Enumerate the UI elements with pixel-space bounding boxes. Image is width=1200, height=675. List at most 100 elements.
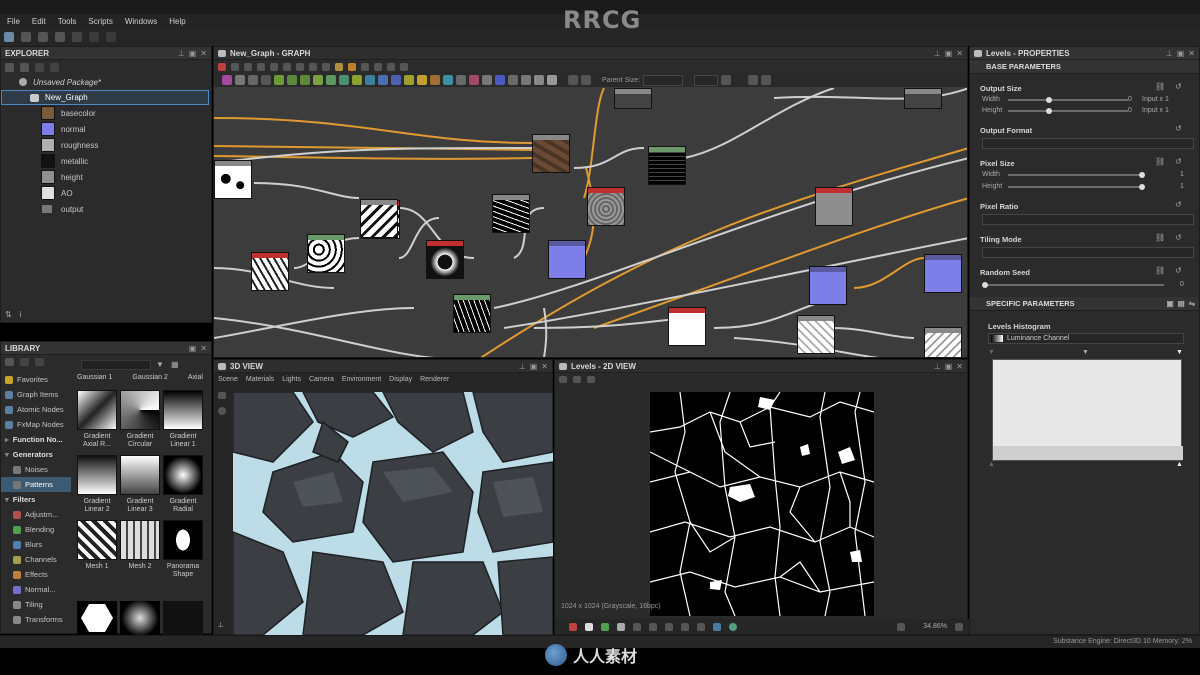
float-icon[interactable]: ▣ <box>945 362 953 371</box>
close-icon[interactable]: ✕ <box>541 362 548 371</box>
graph-node[interactable] <box>904 88 942 109</box>
channel-icon[interactable] <box>617 622 625 631</box>
open-icon[interactable] <box>38 32 48 42</box>
library-category[interactable]: Tiling <box>1 597 71 612</box>
parent-size-dropdown[interactable] <box>643 74 684 86</box>
reset-icon[interactable]: ↺ <box>1175 266 1182 275</box>
folder-icon[interactable] <box>5 358 14 366</box>
input-mid-marker[interactable]: ▼ <box>1082 349 1089 356</box>
library-item[interactable]: Gradient Linear 1 <box>163 390 203 449</box>
comment-icon[interactable] <box>309 62 317 71</box>
library-item-dark[interactable] <box>163 601 203 635</box>
search-icon[interactable] <box>270 62 278 71</box>
height-value[interactable]: 0 <box>1128 107 1132 114</box>
output-format-dropdown[interactable] <box>982 138 1194 149</box>
fit-icon[interactable] <box>897 622 906 631</box>
graph-node-normal[interactable] <box>809 266 847 305</box>
library-view-icon[interactable]: ▦ <box>171 360 179 369</box>
link-icon[interactable]: ⛓ <box>1155 266 1165 275</box>
zoom-icon[interactable] <box>681 622 689 631</box>
grid-icon[interactable] <box>322 62 330 71</box>
palette-icon[interactable] <box>430 75 440 85</box>
link-icon[interactable] <box>748 75 759 85</box>
reset-icon[interactable]: ↺ <box>1175 200 1182 209</box>
library-category[interactable]: FxMap Nodes <box>1 417 71 432</box>
library-category[interactable]: Blending <box>1 522 71 537</box>
tool-icon[interactable] <box>387 62 395 71</box>
view3d-menu-display[interactable]: Display <box>389 376 412 383</box>
move-icon[interactable] <box>231 62 239 71</box>
float-icon[interactable]: ▣ <box>530 362 538 371</box>
close-icon[interactable]: ✕ <box>956 362 963 371</box>
graph-tool-icon[interactable] <box>218 62 226 71</box>
float-icon[interactable]: ▣ <box>945 49 953 58</box>
close-icon[interactable]: ✕ <box>956 49 963 58</box>
align-icon[interactable] <box>283 62 291 71</box>
close-icon[interactable]: ✕ <box>200 49 207 58</box>
channel-dropdown[interactable]: Luminance Channel <box>988 333 1184 344</box>
graph-node[interactable] <box>426 240 464 279</box>
graph-node[interactable] <box>648 146 686 185</box>
random-seed-slider[interactable] <box>984 284 1164 286</box>
view2d-texture[interactable] <box>650 392 874 616</box>
palette-icon[interactable] <box>287 75 297 85</box>
view2d-tool-icon[interactable] <box>587 376 595 383</box>
palette-icon[interactable] <box>326 75 336 85</box>
new-icon[interactable] <box>5 62 14 72</box>
channel-rgb-icon[interactable] <box>569 622 577 631</box>
library-category[interactable]: Normal... <box>1 582 71 597</box>
pin-icon[interactable]: ⊥ <box>934 362 941 371</box>
input-low-marker[interactable]: ▼ <box>988 349 995 356</box>
graph-node[interactable] <box>815 187 853 226</box>
reset-icon[interactable]: ↺ <box>1175 82 1182 91</box>
library-filter-icon[interactable]: ▼ <box>156 360 164 369</box>
graph-node-basecolor[interactable] <box>532 134 570 173</box>
library-item[interactable]: Gradient Linear 3 <box>120 455 160 514</box>
library-item[interactable]: Gradient Circular <box>120 390 160 449</box>
add-icon[interactable] <box>20 358 29 366</box>
library-category[interactable]: Transforms <box>1 612 71 627</box>
palette-icon[interactable] <box>313 75 323 85</box>
expand-icon[interactable]: ▣ <box>1167 299 1174 308</box>
tree-row[interactable]: AO <box>1 185 211 201</box>
tree-row[interactable]: basecolor <box>1 105 211 121</box>
pixel-ratio-dropdown[interactable] <box>982 214 1194 225</box>
graph-node[interactable] <box>251 252 289 291</box>
histogram-icon[interactable] <box>697 622 705 631</box>
grid-icon[interactable] <box>633 622 641 631</box>
graph-node[interactable] <box>214 160 252 199</box>
palette-icon[interactable] <box>534 75 544 85</box>
options-icon[interactable] <box>761 75 772 85</box>
link-icon[interactable]: ⛓ <box>1155 82 1165 91</box>
library-category[interactable]: ▾ Generators <box>1 447 71 462</box>
tree-row[interactable]: output <box>1 201 211 217</box>
palette-icon[interactable] <box>261 75 271 85</box>
graph-node[interactable] <box>797 315 835 354</box>
link-icon[interactable]: ⛓ <box>1155 233 1165 242</box>
pixel-width-slider[interactable] <box>1008 174 1144 176</box>
info-icon[interactable] <box>257 62 265 71</box>
library-category[interactable]: Adjustm... <box>1 507 71 522</box>
library-category[interactable]: Graph Items <box>1 387 71 402</box>
graph-node[interactable] <box>587 187 625 226</box>
palette-icon[interactable] <box>391 75 401 85</box>
library-item-hexagon[interactable] <box>77 601 117 635</box>
graph-node-normal[interactable] <box>548 240 586 279</box>
filter-icon[interactable]: ⇅ <box>5 310 12 319</box>
library-item[interactable]: Gradient Linear 2 <box>77 455 117 514</box>
palette-icon[interactable] <box>365 75 375 85</box>
pixel-width-value[interactable]: 1 <box>1180 171 1184 178</box>
color-icon[interactable] <box>729 622 737 631</box>
menu-tools[interactable]: Tools <box>58 17 77 26</box>
pick-icon[interactable] <box>374 62 382 71</box>
refresh-icon[interactable] <box>721 75 732 85</box>
graph-node[interactable] <box>307 234 345 273</box>
palette-icon[interactable] <box>274 75 284 85</box>
tree-row[interactable]: normal <box>1 121 211 137</box>
library-category-selected[interactable]: Patterns <box>1 477 71 492</box>
palette-icon[interactable] <box>469 75 479 85</box>
library-category[interactable]: ▾ Filters <box>1 492 71 507</box>
close-icon[interactable]: ✕ <box>1188 49 1195 58</box>
width-value[interactable]: 0 <box>1128 96 1132 103</box>
camera-icon[interactable] <box>244 62 252 71</box>
